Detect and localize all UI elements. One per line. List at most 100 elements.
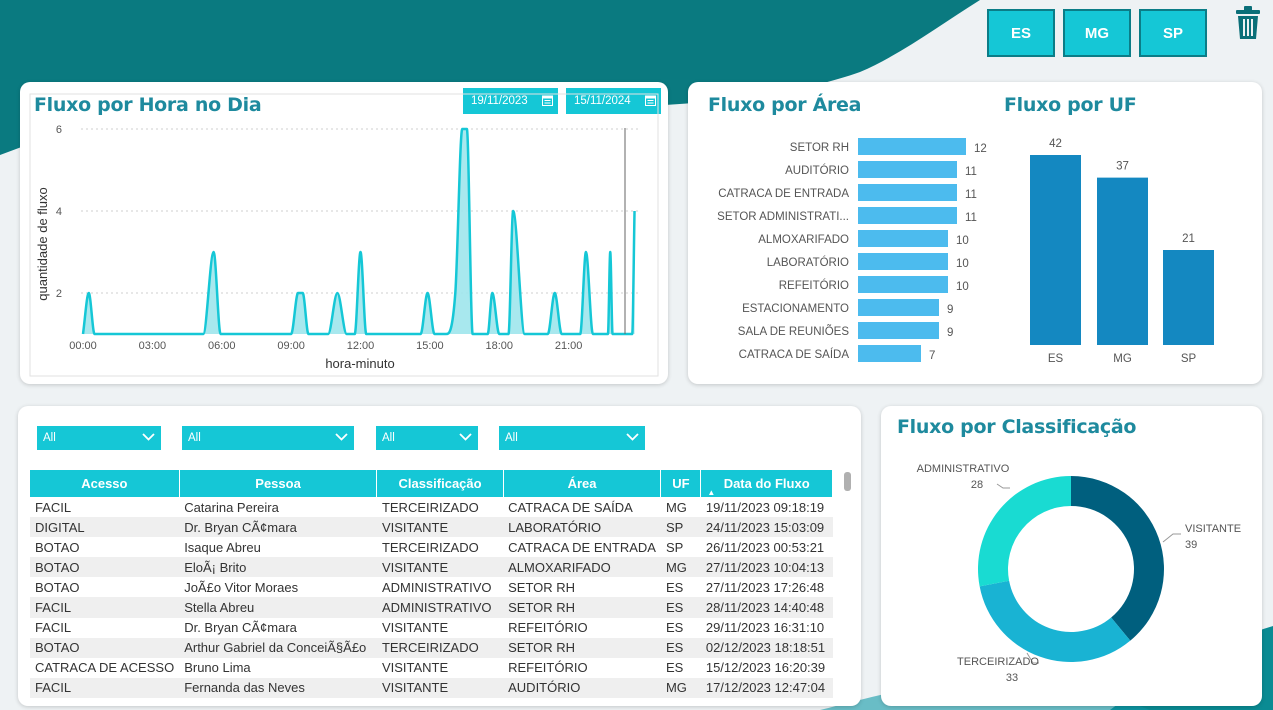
table-row[interactable]: BOTAO Isaque Abreu TERCEIRIZADO CATRACA DE … xyxy=(30,537,833,557)
area-category-label: REFEITÓRIO xyxy=(779,279,849,292)
table-cell: Bruno Lima xyxy=(184,660,251,676)
table-row[interactable]: BOTAO EloÃ¡ Brito VISITANTE ALMOXARIFADO MG 2… xyxy=(30,557,833,578)
area-bar[interactable] xyxy=(858,184,957,201)
donut-slice[interactable] xyxy=(1071,476,1164,641)
area-bar[interactable] xyxy=(858,253,948,270)
table-row[interactable]: DIGITAL Dr. Bryan CÃ¢mara VISITANTE LABORAT… xyxy=(30,517,833,538)
table-row[interactable]: BOTAO Arthur Gabriel da ConceiÃ§Ã£o TERCEI… xyxy=(30,637,833,658)
area-bar-value-label: 11 xyxy=(965,189,977,201)
table-cell: 27/11/2023 10:04:13 xyxy=(700,557,833,578)
area-bar[interactable] xyxy=(858,207,957,224)
hourly-flow-card: Fluxo por Hora no Dia 19/11/2023 15/11/2… xyxy=(20,82,668,384)
hourly-x-tick-label: 12:00 xyxy=(347,340,375,352)
filter-pessoa-dropdown[interactable]: All xyxy=(182,426,354,450)
table-row[interactable]: CATRACA DE ACESSO Bruno Lima VISITANTE REFE… xyxy=(30,658,833,678)
area-bar[interactable] xyxy=(858,276,948,293)
filter-pessoa-value: All xyxy=(188,432,201,444)
table-cell: Arthur Gabriel da ConceiÃ§Ã£o xyxy=(179,637,377,658)
area-bar[interactable] xyxy=(858,299,939,316)
filter-acesso-dropdown[interactable]: All xyxy=(37,426,161,450)
records-table: Acesso Pessoa Classificação Área UF Data… xyxy=(30,470,833,698)
area-bar-value-label: 10 xyxy=(956,258,969,270)
trash-icon[interactable] xyxy=(1234,6,1262,40)
records-table-card: All All All All Acesso Pessoa Classifica… xyxy=(18,406,861,706)
area-bar[interactable] xyxy=(858,230,948,247)
donut-value-label: 33 xyxy=(1006,672,1018,684)
uf-bar[interactable] xyxy=(1163,250,1214,345)
table-cell: ES xyxy=(660,637,701,658)
area-bar[interactable] xyxy=(858,322,939,339)
area-category-label: SALA DE REUNIÕES xyxy=(738,325,850,338)
table-cell: CATRACA DE ACESSO xyxy=(35,660,175,676)
uf-bar[interactable] xyxy=(1097,177,1148,345)
column-header-uf[interactable]: UF xyxy=(660,470,702,497)
area-category-label: AUDITÓRIO xyxy=(785,164,849,177)
area-category-label: CATRACA DE SAÍDA xyxy=(739,348,850,361)
donut-slice[interactable] xyxy=(978,476,1071,587)
table-cell: Dr. Bryan CÃ¢mara xyxy=(184,620,297,636)
table-row[interactable]: BOTAO JoÃ£o Vitor Moraes ADMINISTRATIVO SET… xyxy=(30,577,833,597)
uf-category-label: ES xyxy=(1048,353,1064,365)
uf-button-mg[interactable]: MG xyxy=(1063,9,1131,57)
column-header-classificacao[interactable]: Classificação xyxy=(376,470,504,497)
table-cell: ALMOXARIFADO xyxy=(503,557,661,578)
table-cell: 28/11/2023 14:40:48 xyxy=(700,597,833,618)
filter-acesso-value: All xyxy=(43,432,56,444)
uf-category-label: MG xyxy=(1113,353,1132,365)
table-cell: SP xyxy=(665,539,684,555)
chevron-down-icon xyxy=(459,433,472,441)
uf-bar-value-label: 42 xyxy=(1049,138,1062,150)
area-category-label: SETOR RH xyxy=(790,142,849,154)
donut-leader-line xyxy=(996,483,1010,489)
table-cell: MG xyxy=(660,557,701,578)
table-row[interactable]: FACIL Dr. Bryan CÃ¢mara VISITANTE REFEITÓRI… xyxy=(30,618,833,638)
table-cell: 26/11/2023 00:53:21 xyxy=(705,539,825,555)
hourly-x-tick-label: 03:00 xyxy=(139,340,167,352)
table-cell: FACIL xyxy=(30,677,180,698)
table-cell: VISITANTE xyxy=(381,620,449,636)
table-cell: FACIL xyxy=(30,597,180,618)
hourly-y-tick-label: 6 xyxy=(56,124,62,136)
donut-category-label: ADMINISTRATIVO xyxy=(917,463,1010,475)
table-cell: MG xyxy=(660,677,701,698)
table-cell: FACIL xyxy=(35,499,72,515)
area-category-label: LABORATÓRIO xyxy=(767,256,849,269)
uf-button-es[interactable]: ES xyxy=(987,9,1055,57)
area-bar[interactable] xyxy=(858,138,966,155)
filter-area-value: All xyxy=(505,432,518,444)
uf-bar[interactable] xyxy=(1030,155,1081,345)
table-cell: DIGITAL xyxy=(30,517,180,538)
table-cell: 17/12/2023 12:47:04 xyxy=(700,677,833,698)
table-cell: 27/11/2023 17:26:48 xyxy=(705,579,825,595)
table-scrollbar[interactable] xyxy=(844,472,851,491)
table-cell: ES xyxy=(660,597,701,618)
table-row[interactable]: FACIL Fernanda das Neves VISITANTE AUDITÓRI… xyxy=(30,677,833,698)
uf-button-sp[interactable]: SP xyxy=(1139,9,1207,57)
area-uf-bar-charts: SETOR RH 12 AUDITÓRIO 11 CATRACA DE ENTRADA 1… xyxy=(717,138,1214,365)
column-header-data[interactable]: Data do Fluxo ▲ xyxy=(700,470,833,497)
filter-classificacao-dropdown[interactable]: All xyxy=(376,426,478,450)
table-cell: Isaque Abreu xyxy=(184,539,261,555)
table-cell: VISITANTE xyxy=(376,517,504,538)
uf-bar-value-label: 37 xyxy=(1116,161,1129,173)
column-header-area[interactable]: Área xyxy=(503,470,662,497)
table-row[interactable]: FACIL Catarina Pereira TERCEIRIZADO CATRACA… xyxy=(30,497,833,517)
classification-card: Fluxo por Classificação VISITANTE 39 TERCE… xyxy=(881,406,1262,706)
table-cell: Catarina Pereira xyxy=(184,499,279,515)
donut-value-label: 39 xyxy=(1185,539,1197,551)
table-cell: Fernanda das Neves xyxy=(179,677,377,698)
table-cell: ADMINISTRATIVO xyxy=(381,579,492,595)
area-bar[interactable] xyxy=(858,161,957,178)
donut-slice[interactable] xyxy=(979,580,1131,662)
table-cell: REFEITÓRIO xyxy=(508,620,588,636)
area-category-label: ALMOXARIFADO xyxy=(758,234,849,246)
column-header-acesso[interactable]: Acesso xyxy=(30,470,180,497)
table-cell: VISITANTE xyxy=(376,557,504,578)
table-cell: BOTAO xyxy=(35,539,80,555)
table-cell: LABORATÓRIO xyxy=(503,517,661,538)
table-row[interactable]: FACIL Stella Abreu ADMINISTRATIVO SETOR RH E… xyxy=(30,597,833,618)
table-cell: TERCEIRIZADO xyxy=(381,499,479,515)
column-header-pessoa[interactable]: Pessoa xyxy=(179,470,378,497)
area-bar[interactable] xyxy=(858,345,921,362)
filter-area-dropdown[interactable]: All xyxy=(499,426,645,450)
